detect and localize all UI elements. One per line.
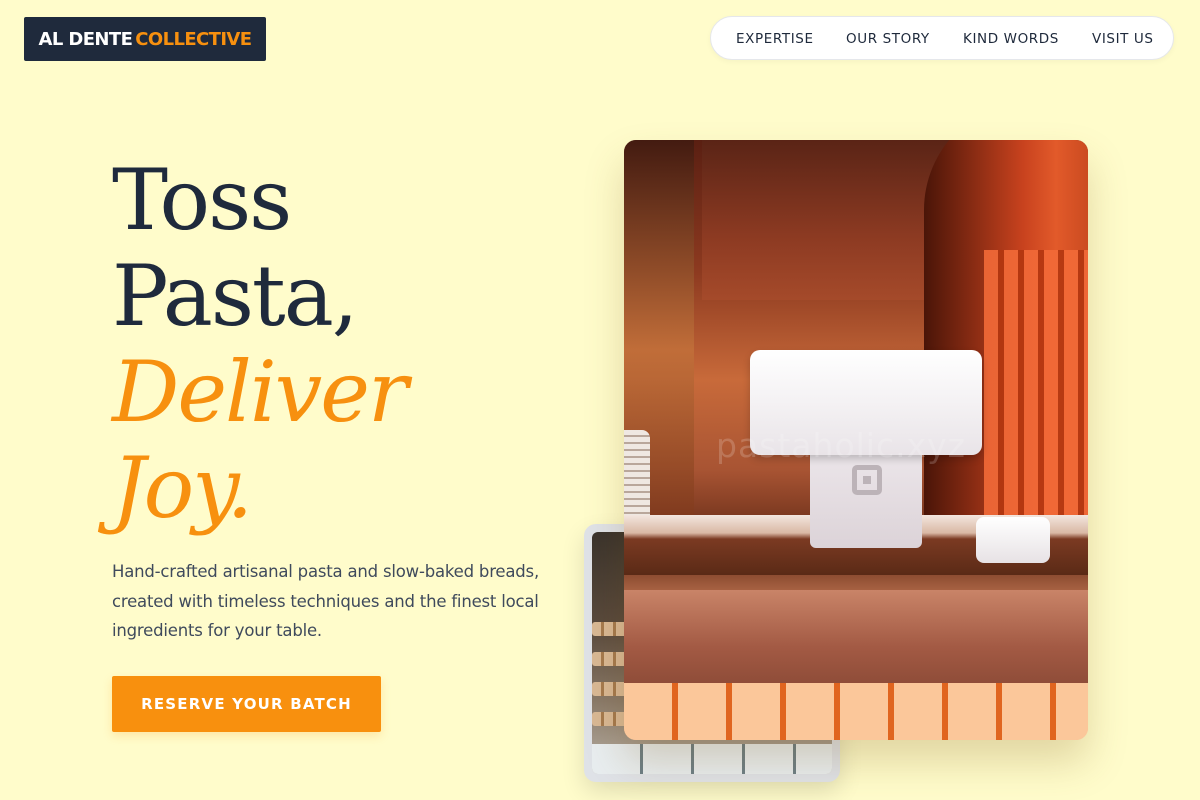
headline-line-4: Joy. (112, 439, 253, 537)
hero-headline: Toss Pasta, Deliver Joy. (112, 151, 408, 537)
card-reader (976, 517, 1050, 563)
nav-item-visit-us[interactable]: VISIT US (1092, 17, 1154, 61)
square-logo-icon (852, 465, 882, 495)
main-nav: EXPERTISE OUR STORY KIND WORDS VISIT US (710, 16, 1174, 60)
nav-item-expertise[interactable]: EXPERTISE (736, 17, 814, 61)
display-floor (592, 744, 832, 774)
nav-item-kind-words[interactable]: KIND WORDS (963, 17, 1059, 61)
photo-stripes (984, 250, 1088, 540)
photo-wood-panel (702, 140, 952, 300)
reserve-batch-button[interactable]: RESERVE YOUR BATCH (112, 676, 381, 732)
photo-watermark: pastaholic.xyz (716, 426, 966, 465)
photo-counter-front (624, 590, 1088, 685)
brand-name-part2: COLLECTIVE (135, 28, 252, 50)
photo-tiles (624, 683, 1088, 740)
headline-line-2: Pasta, (112, 247, 358, 345)
hero-description: Hand-crafted artisanal pasta and slow-ba… (112, 562, 539, 640)
headline-line-3: Deliver (112, 343, 408, 441)
restaurant-counter-photo: pastaholic.xyz (624, 140, 1088, 740)
brand-logo[interactable]: AL DENTE COLLECTIVE (24, 17, 266, 61)
headline-line-1: Toss (112, 151, 292, 249)
nav-item-our-story[interactable]: OUR STORY (846, 17, 930, 61)
brand-name-part1: AL DENTE (38, 28, 133, 50)
